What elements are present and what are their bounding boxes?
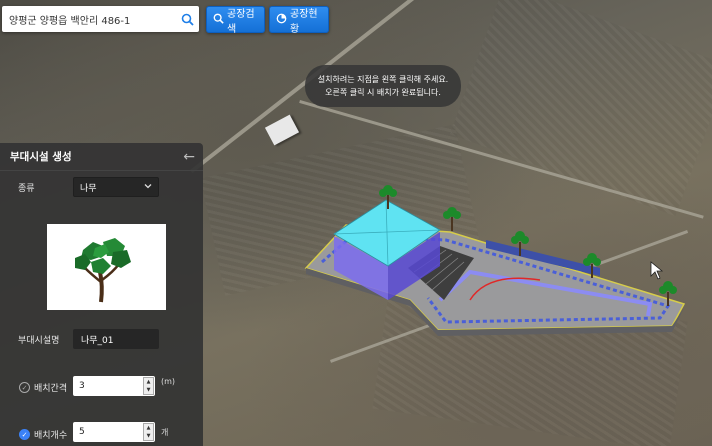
placement-hint-tooltip: 설치하려는 지점을 왼쪽 클릭해 주세요. 오른쪽 클릭 시 배치가 완료됩니다… bbox=[305, 65, 461, 107]
facility-name-value: 나무_01 bbox=[81, 335, 114, 346]
interval-unit: (m) bbox=[161, 377, 176, 386]
interval-stepper-arrows[interactable]: ▲ ▼ bbox=[143, 377, 154, 395]
panel-header: 부대시설 생성 ← bbox=[0, 143, 203, 171]
interval-stepper[interactable]: 3 ▲ ▼ bbox=[73, 376, 155, 396]
search-icon bbox=[213, 13, 224, 27]
panel-title: 부대시설 생성 bbox=[10, 151, 72, 163]
count-stepper-arrows[interactable]: ▲ ▼ bbox=[143, 423, 154, 441]
factory-status-label: 공장현황 bbox=[290, 8, 318, 35]
check-icon[interactable]: ✓ bbox=[19, 382, 30, 393]
interval-row: ✓ 배치간격 bbox=[19, 381, 67, 394]
hint-line-1: 설치하려는 지점을 왼쪽 클릭해 주세요. bbox=[317, 75, 449, 84]
count-row: ✓ 배치개수 bbox=[19, 428, 67, 441]
count-value: 5 bbox=[79, 427, 85, 437]
name-row: 부대시설명 bbox=[18, 333, 59, 346]
up-arrow-icon[interactable]: ▲ bbox=[144, 424, 153, 432]
down-arrow-icon[interactable]: ▼ bbox=[144, 386, 153, 394]
factory-search-label: 공장검색 bbox=[227, 8, 255, 35]
count-stepper[interactable]: 5 ▲ ▼ bbox=[73, 422, 155, 442]
check-icon[interactable]: ✓ bbox=[19, 429, 30, 440]
search-icon[interactable] bbox=[175, 6, 199, 32]
address-search-input[interactable] bbox=[2, 6, 175, 32]
type-row: 종류 bbox=[18, 181, 35, 194]
back-arrow-icon[interactable]: ← bbox=[183, 149, 195, 165]
hint-line-2: 오른쪽 클릭 시 배치가 완료됩니다. bbox=[325, 88, 441, 97]
facility-create-panel: 부대시설 생성 ← 종류 나무 부대시설명 나무_01 ✓ 배치간격 3 ▲ ▼… bbox=[0, 143, 203, 446]
tree-model-icon bbox=[75, 238, 131, 303]
facility-name-field[interactable]: 나무_01 bbox=[73, 329, 159, 349]
facility-name-label: 부대시설명 bbox=[18, 336, 60, 346]
tree bbox=[443, 207, 461, 231]
count-unit: 개 bbox=[161, 428, 169, 437]
chart-icon bbox=[276, 13, 287, 27]
count-label: 배치개수 bbox=[34, 431, 68, 441]
type-select[interactable]: 나무 bbox=[73, 177, 159, 197]
mouse-cursor bbox=[650, 261, 664, 280]
type-select-value: 나무 bbox=[80, 183, 97, 194]
interval-value: 3 bbox=[79, 381, 85, 391]
down-arrow-icon[interactable]: ▼ bbox=[144, 432, 153, 440]
chevron-down-icon bbox=[144, 182, 152, 192]
address-search bbox=[2, 6, 199, 32]
type-label: 종류 bbox=[18, 184, 35, 194]
tree-preview-image bbox=[47, 224, 166, 310]
factory-status-button[interactable]: 공장현황 bbox=[269, 6, 329, 35]
factory-search-button[interactable]: 공장검색 bbox=[206, 6, 265, 35]
up-arrow-icon[interactable]: ▲ bbox=[144, 378, 153, 386]
interval-label: 배치간격 bbox=[34, 384, 68, 394]
